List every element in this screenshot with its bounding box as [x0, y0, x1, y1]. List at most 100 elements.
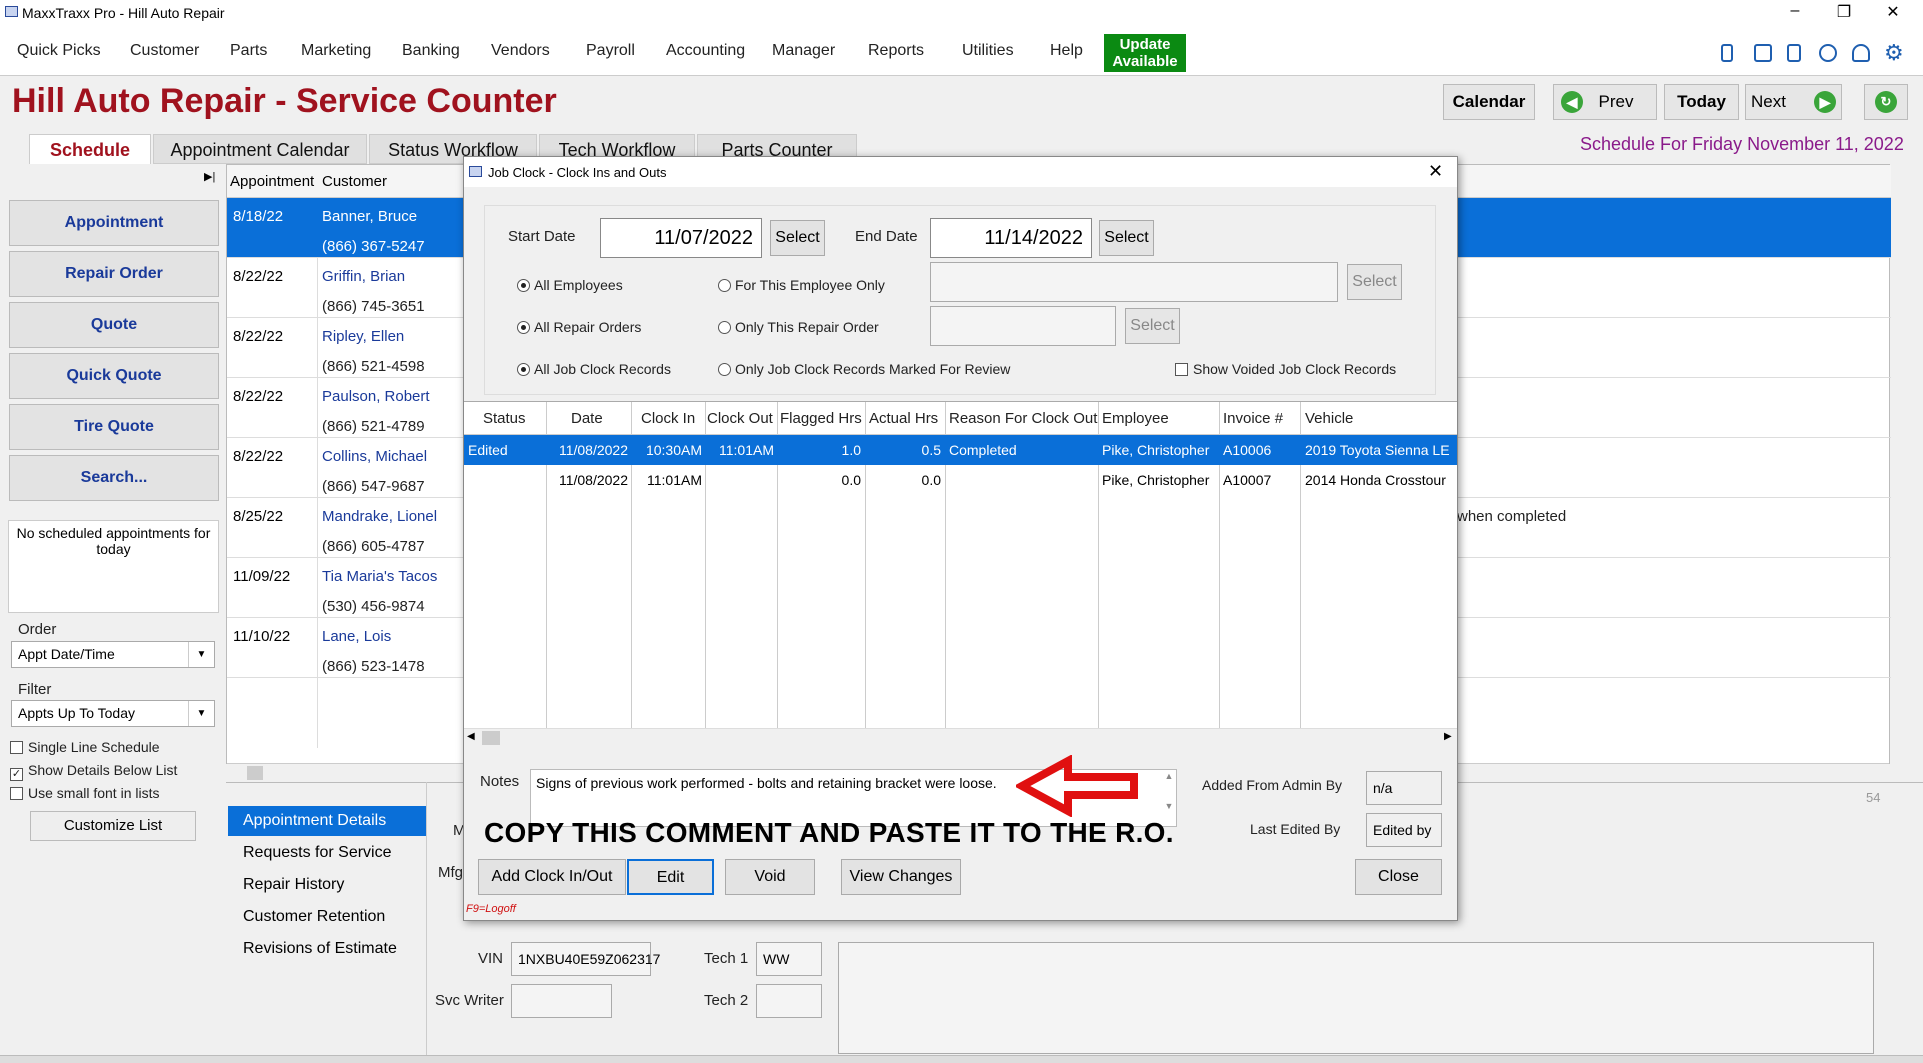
repair-order-field[interactable]	[930, 306, 1116, 346]
menu-banking[interactable]: Banking	[402, 42, 460, 60]
menu-reports[interactable]: Reports	[868, 42, 924, 60]
menu-quick-picks[interactable]: Quick Picks	[17, 42, 101, 60]
update-available-button[interactable]: Update Available	[1104, 34, 1186, 72]
radio-selected-icon[interactable]	[517, 321, 530, 334]
next-button[interactable]: Next ▶	[1745, 84, 1842, 120]
checkbox-icon[interactable]	[10, 741, 23, 754]
menu-parts[interactable]: Parts	[230, 42, 267, 60]
menu-customer[interactable]: Customer	[130, 42, 199, 60]
tab-requests-for-service[interactable]: Requests for Service	[228, 838, 426, 868]
prev-button[interactable]: ◀ Prev	[1553, 84, 1657, 120]
repair-order-select-button[interactable]: Select	[1125, 308, 1180, 344]
menu-vendors[interactable]: Vendors	[491, 42, 550, 60]
radio-selected-icon[interactable]	[517, 363, 530, 376]
col-reason[interactable]: Reason For Clock Out	[949, 402, 1097, 434]
row-customer[interactable]: Collins, Michael	[322, 448, 427, 465]
support-icon[interactable]	[1852, 44, 1870, 62]
minimize-icon[interactable]: –	[1780, 2, 1810, 20]
quick-quote-button[interactable]: Quick Quote	[9, 353, 219, 399]
all-repair-orders-radio[interactable]: All Repair Orders	[517, 319, 641, 335]
review-radio[interactable]: Only Job Clock Records Marked For Review	[718, 361, 1010, 377]
tab-customer-retention[interactable]: Customer Retention	[228, 902, 426, 932]
show-details-checkbox[interactable]: ✓ Show Details Below List	[10, 762, 177, 781]
end-date-select-button[interactable]: Select	[1099, 220, 1154, 256]
menu-utilities[interactable]: Utilities	[962, 42, 1014, 60]
filter-select[interactable]: Appts Up To Today ▼	[11, 700, 215, 727]
close-button[interactable]: Close	[1355, 859, 1442, 895]
row-customer[interactable]: Paulson, Robert	[322, 388, 430, 405]
collapse-panel-icon[interactable]: ▶|	[204, 170, 215, 183]
door-icon[interactable]	[1721, 44, 1733, 62]
checkbox-icon[interactable]	[10, 787, 23, 800]
save-icon[interactable]	[1754, 44, 1772, 62]
scroll-thumb[interactable]	[482, 731, 500, 745]
employee-select-button[interactable]: Select	[1347, 264, 1402, 300]
table-row[interactable]: 11/08/2022 11:01AM 0.0 0.0 Pike, Christo…	[464, 465, 1457, 495]
col-employee[interactable]: Employee	[1102, 402, 1169, 434]
end-date-field[interactable]: 11/14/2022	[930, 218, 1092, 258]
start-date-select-button[interactable]: Select	[770, 220, 825, 256]
col-appointment[interactable]: Appointment	[230, 173, 314, 190]
svc-writer-field[interactable]	[511, 984, 612, 1018]
employee-field[interactable]	[930, 262, 1338, 302]
tab-schedule[interactable]: Schedule	[29, 134, 151, 164]
row-customer[interactable]: Griffin, Brian	[322, 268, 405, 285]
notes-textarea[interactable]	[838, 942, 1874, 1054]
tab-appointment-details[interactable]: Appointment Details	[228, 806, 426, 836]
order-select[interactable]: Appt Date/Time ▼	[11, 641, 215, 668]
vin-field[interactable]: 1NXBU40E59Z062317	[511, 942, 660, 976]
scroll-thumb[interactable]	[247, 766, 263, 780]
scroll-left-icon[interactable]: ◀	[467, 731, 475, 742]
gear-icon[interactable]: ⚙	[1884, 40, 1904, 66]
close-icon[interactable]: ✕	[1428, 161, 1443, 182]
radio-icon[interactable]	[718, 279, 731, 292]
radio-icon[interactable]	[718, 321, 731, 334]
today-button[interactable]: Today	[1664, 84, 1739, 120]
this-repair-order-radio[interactable]: Only This Repair Order	[718, 319, 879, 335]
tab-repair-history[interactable]: Repair History	[228, 870, 426, 900]
col-date[interactable]: Date	[571, 402, 603, 434]
repair-order-button[interactable]: Repair Order	[9, 251, 219, 297]
checkbox-checked-icon[interactable]: ✓	[10, 768, 23, 781]
col-invoice[interactable]: Invoice #	[1223, 402, 1283, 434]
view-changes-button[interactable]: View Changes	[841, 859, 961, 895]
customize-list-button[interactable]: Customize List	[30, 811, 196, 841]
start-date-field[interactable]: 11/07/2022	[600, 218, 762, 258]
col-vehicle[interactable]: Vehicle	[1305, 402, 1353, 434]
all-job-clock-radio[interactable]: All Job Clock Records	[517, 361, 671, 377]
scroll-right-icon[interactable]: ▶	[1444, 731, 1452, 742]
tab-revisions-of-estimate[interactable]: Revisions of Estimate	[228, 934, 426, 964]
radio-icon[interactable]	[718, 363, 731, 376]
add-clock-button[interactable]: Add Clock In/Out	[478, 859, 626, 895]
restore-icon[interactable]: ❐	[1829, 2, 1859, 22]
tab-appointment-calendar[interactable]: Appointment Calendar	[153, 134, 367, 164]
search-button[interactable]: Search...	[9, 455, 219, 501]
chevron-down-icon[interactable]: ▼	[188, 701, 214, 726]
maxxtraxx-icon[interactable]	[1819, 44, 1837, 62]
col-clock-out[interactable]: Clock Out	[707, 402, 773, 434]
all-employees-radio[interactable]: All Employees	[517, 277, 623, 293]
edit-button[interactable]: Edit	[627, 859, 714, 895]
close-window-icon[interactable]: ✕	[1878, 2, 1908, 22]
col-clock-in[interactable]: Clock In	[641, 402, 695, 434]
appointment-button[interactable]: Appointment	[9, 200, 219, 246]
void-button[interactable]: Void	[725, 859, 815, 895]
quote-button[interactable]: Quote	[9, 302, 219, 348]
horizontal-scrollbar[interactable]: ◀ ▶	[464, 728, 1457, 746]
radio-selected-icon[interactable]	[517, 279, 530, 292]
calendar-button[interactable]: Calendar	[1443, 84, 1535, 120]
this-employee-radio[interactable]: For This Employee Only	[718, 277, 885, 293]
row-customer[interactable]: Lane, Lois	[322, 628, 391, 645]
tire-quote-button[interactable]: Tire Quote	[9, 404, 219, 450]
col-flagged-hrs[interactable]: Flagged Hrs	[780, 402, 862, 434]
menu-help[interactable]: Help	[1050, 42, 1083, 60]
tech2-field[interactable]	[756, 984, 822, 1018]
single-line-checkbox[interactable]: Single Line Schedule	[10, 739, 160, 755]
row-customer[interactable]: Mandrake, Lionel	[322, 508, 437, 525]
calculator-icon[interactable]	[1787, 44, 1801, 62]
row-customer[interactable]: Banner, Bruce	[322, 208, 417, 225]
col-customer[interactable]: Customer	[322, 173, 387, 190]
chevron-down-icon[interactable]: ▼	[188, 642, 214, 667]
show-voided-checkbox[interactable]: Show Voided Job Clock Records	[1175, 361, 1396, 377]
checkbox-icon[interactable]	[1175, 363, 1188, 376]
